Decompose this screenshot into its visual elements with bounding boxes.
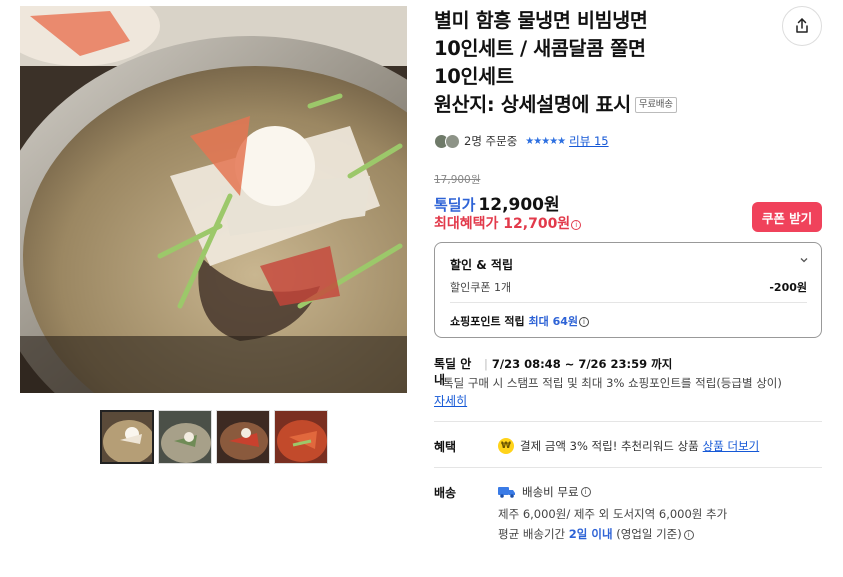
- discount-benefit-box[interactable]: 할인 & 적립 할인쿠폰 1개 -200원 쇼핑포인트 적립 최대 64원 i: [434, 242, 822, 338]
- chevron-down-icon[interactable]: [799, 255, 809, 268]
- won-coin-icon: ₩: [498, 438, 514, 454]
- shipping-fee: 배송비 무료: [522, 485, 579, 499]
- deal-price-label: 톡딜가: [434, 196, 476, 214]
- divider: [450, 302, 807, 303]
- info-icon[interactable]: i: [579, 317, 590, 327]
- discount-box-title: 할인 & 적립: [450, 258, 513, 272]
- main-product-image[interactable]: [20, 6, 407, 393]
- max-benefit-label: 최대혜택가: [434, 216, 499, 232]
- deal-price-row: 톡딜가 12,900원: [434, 190, 560, 215]
- divider: [434, 467, 822, 468]
- details-link[interactable]: 자세히: [434, 392, 467, 409]
- divider: [434, 421, 822, 422]
- buyers-count: 2명 주문중: [464, 134, 518, 148]
- shipping-average: 평균 배송기간 2일 이내 (영업일 기준) i: [498, 526, 694, 542]
- coupon-discount-row: 할인쿠폰 1개 -200원: [450, 279, 807, 295]
- truck-icon: [498, 487, 515, 498]
- buyer-avatars: [434, 133, 460, 149]
- point-label: 쇼핑포인트 적립: [450, 315, 525, 328]
- shipping-fee-row: 배송비 무료 i: [498, 484, 591, 500]
- shipping-average-value: 2일 이내: [568, 527, 613, 541]
- rating-stars-icon: ★★★★★: [525, 135, 566, 147]
- thumbnail-list: [100, 410, 328, 464]
- share-icon: [796, 18, 808, 33]
- shipping-label: 배송: [434, 486, 457, 500]
- benefit-content: ₩ 결제 금액 3% 적립! 추천리워드 상품 상품 더보기: [498, 438, 759, 454]
- deal-description: 톡딜 구매 시 스탬프 적립 및 최대 3% 쇼핑포인트를 적립(등급별 상이): [443, 376, 782, 390]
- original-price: 17,900원: [434, 174, 481, 186]
- title-line-2: 10인세트 / 새콤달콤 쫄면: [434, 37, 646, 60]
- deal-period: | 7/23 08:48 ~ 7/26 23:59 까지: [484, 357, 673, 371]
- info-icon[interactable]: i: [683, 530, 694, 540]
- benefit-text: 결제 금액 3% 적립! 추천리워드 상품: [520, 439, 699, 453]
- thumbnail-2[interactable]: [158, 410, 212, 464]
- shipping-extra: 제주 6,000원/ 제주 외 도서지역 6,000원 추가: [498, 507, 728, 521]
- point-value: 최대 64원: [528, 315, 579, 328]
- more-products-link[interactable]: 상품 더보기: [703, 438, 760, 454]
- info-icon[interactable]: i: [571, 220, 582, 230]
- info-icon[interactable]: i: [580, 487, 591, 497]
- benefit-label: 혜택: [434, 440, 457, 454]
- point-row: 쇼핑포인트 적립 최대 64원 i: [450, 313, 590, 329]
- coupon-label: 할인쿠폰 1개: [450, 281, 512, 294]
- title-line-4: 원산지: 상세설명에 표시: [434, 93, 631, 116]
- avatar: [445, 133, 460, 149]
- share-button[interactable]: [782, 6, 822, 46]
- thumbnail-3[interactable]: [216, 410, 270, 464]
- free-shipping-badge: 무료배송: [634, 97, 677, 113]
- max-benefit-row: 최대혜택가 12,700원 i: [434, 213, 582, 233]
- review-link[interactable]: 리뷰 15: [569, 133, 608, 149]
- thumbnail-1[interactable]: [100, 410, 154, 464]
- buyers-row: 2명 주문중 ★★★★★ 리뷰 15: [434, 133, 609, 149]
- coupon-value: -200원: [769, 281, 807, 294]
- max-benefit-price: 12,700원: [503, 216, 571, 232]
- thumbnail-4[interactable]: [274, 410, 328, 464]
- product-title: 별미 함흥 물냉면 비빔냉면 10인세트 / 새콤달콤 쫄면 10인세트 원산지…: [434, 7, 764, 119]
- title-line-3: 10인세트: [434, 65, 514, 88]
- deal-price: 12,900원: [478, 195, 560, 215]
- coupon-button[interactable]: 쿠폰 받기: [752, 202, 822, 232]
- title-line-1: 별미 함흥 물냉면 비빔냉면: [434, 9, 648, 32]
